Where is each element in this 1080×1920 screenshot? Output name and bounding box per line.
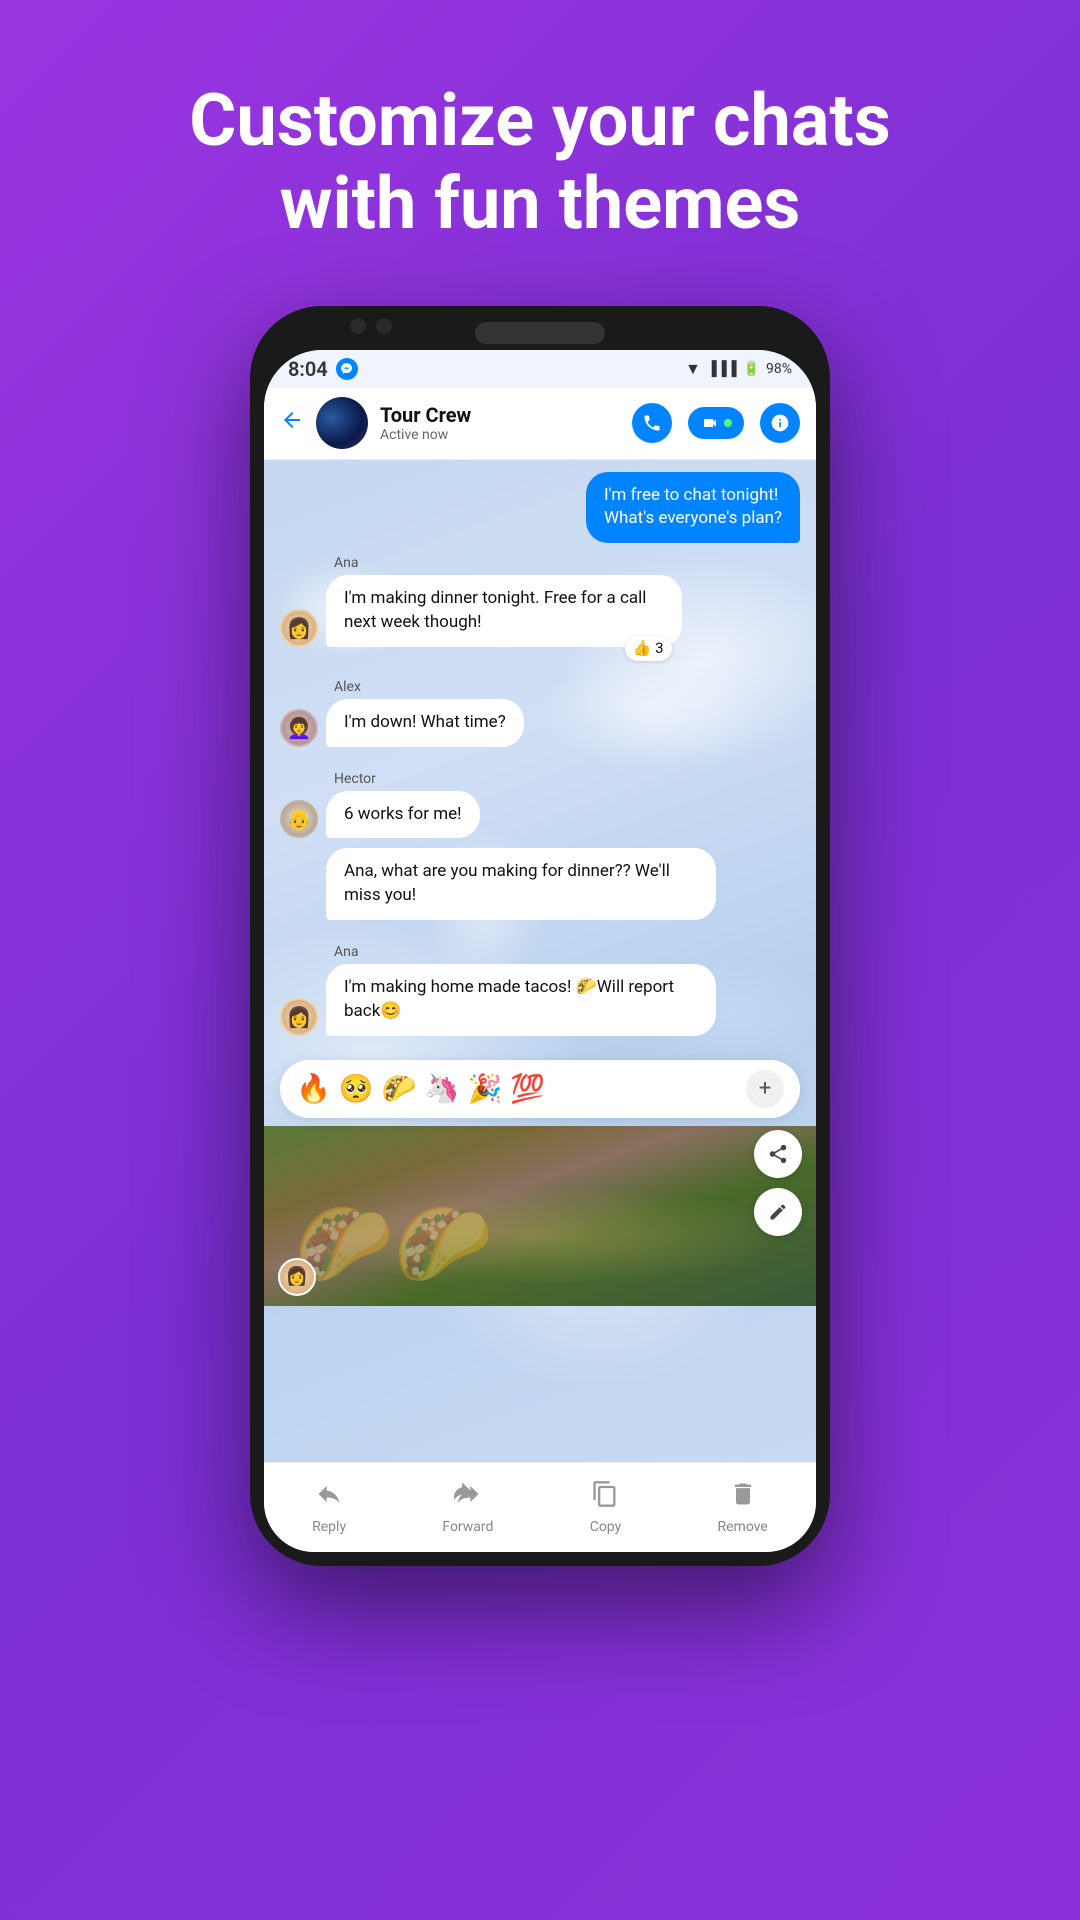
emoji-100[interactable]: 💯 [510,1072,545,1105]
status-time: 8:04 [288,357,328,381]
message-row-hector-1: 👴 6 works for me! [280,791,800,839]
spacer-2 [280,755,800,763]
bubble-in-ana-1: I'm making dinner tonight. Free for a ca… [326,575,682,647]
camera-dot-2 [376,318,392,334]
bubble-in-alex: I'm down! What time? [326,699,524,747]
message-group-ana-1: Ana 👩 I'm making dinner tonight. Free fo… [280,555,800,647]
forward-action[interactable]: Forward [442,1480,493,1535]
copy-action[interactable]: Copy [590,1480,622,1535]
headline-line2: with fun themes [280,161,801,246]
video-call-button[interactable] [688,407,744,439]
emoji-unicorn[interactable]: 🦄 [425,1072,460,1105]
phone-frame: 8:04 ▼ ▐▐▐ 🔋 98% [250,306,830,1566]
sender-ana-1: Ana [334,555,800,571]
bubble-out-1: I'm free to chat tonight!What's everyone… [586,472,800,544]
remove-action[interactable]: Remove [717,1480,767,1535]
spacer-3 [280,928,800,936]
group-status: Active now [380,427,620,443]
camera-area [350,318,392,334]
battery-icon: 🔋 [743,361,760,377]
bubble-in-hector-2: Ana, what are you making for dinner?? We… [326,848,716,920]
group-name: Tour Crew [380,403,620,427]
chat-messages-area: I'm free to chat tonight!What's everyone… [264,460,816,1462]
phone-top [250,306,830,350]
reaction-badge-ana-1: 👍 3 [625,636,672,661]
status-indicators: ▼ ▐▐▐ 🔋 98% [685,359,792,379]
message-row-ana-1: 👩 I'm making dinner tonight. Free for a … [280,575,800,647]
battery-percent: 98% [766,361,792,377]
edit-button[interactable] [754,1188,802,1236]
status-bar: 8:04 ▼ ▐▐▐ 🔋 98% [264,350,816,388]
bubble-in-hector-1: 6 works for me! [326,791,480,839]
emoji-fire[interactable]: 🔥 [296,1072,331,1105]
sender-ana-2: Ana [334,944,800,960]
avatar-ana-photo: 👩 [278,1258,316,1296]
video-active-dot [724,419,732,427]
emoji-taco[interactable]: 🌮 [382,1072,417,1105]
food-image: 🌮🌮 👩 [264,1126,816,1306]
side-actions [754,1130,802,1236]
speaker-grille [475,322,605,344]
food-taco-emoji: 🌮🌮 [294,1197,493,1291]
headline-line1: Customize your chats [189,78,890,163]
emoji-more-button[interactable]: + [746,1070,784,1108]
sender-alex: Alex [334,679,800,695]
reply-label: Reply [312,1519,346,1535]
emoji-and-image: 🔥 🥺 🌮 🦄 🎉 💯 + [264,1060,816,1306]
group-avatar [316,397,368,449]
forward-label: Forward [442,1519,493,1535]
message-row-ana-2: 👩 I'm making home made tacos! 🌮Will repo… [280,964,800,1036]
forward-icon [454,1480,482,1515]
avatar-ana-1: 👩 [280,609,318,647]
message-group-ana-2: Ana 👩 I'm making home made tacos! 🌮Will … [280,944,800,1036]
messages-list: I'm free to chat tonight!What's everyone… [264,460,816,1048]
spacer-1 [280,655,800,671]
message-row-alex: 👩‍🦱 I'm down! What time? [280,699,800,747]
remove-icon [729,1480,757,1515]
message-group-alex: Alex 👩‍🦱 I'm down! What time? [280,679,800,747]
avatar-ana-2: 👩 [280,998,318,1036]
copy-label: Copy [590,1519,622,1535]
phone-mockup: 8:04 ▼ ▐▐▐ 🔋 98% [250,306,830,1566]
message-row-hector-2: Ana, what are you making for dinner?? We… [280,848,800,920]
copy-icon [591,1480,619,1515]
message-group-hector: Hector 👴 6 works for me! [280,771,800,920]
avatar-hector: 👴 [280,800,318,838]
reply-icon [315,1480,343,1515]
group-avatar-image [316,397,368,449]
wifi-icon: ▼ [685,359,701,379]
info-button[interactable] [760,403,800,443]
camera-dot-1 [350,318,366,334]
header-actions [632,403,800,443]
bubble-in-ana-2: I'm making home made tacos! 🌮Will report… [326,964,716,1036]
chat-header: Tour Crew Active now [264,388,816,460]
sender-hector: Hector [334,771,800,787]
call-button[interactable] [632,403,672,443]
back-button[interactable] [280,408,304,439]
avatar-alex: 👩‍🦱 [280,709,318,747]
bubble-wrapper-ana-1: I'm making dinner tonight. Free for a ca… [326,575,800,647]
messenger-status-icon [336,358,358,380]
emoji-pleading[interactable]: 🥺 [339,1072,374,1105]
headline: Customize your chats with fun themes [129,0,950,246]
remove-label: Remove [717,1519,767,1535]
share-button[interactable] [754,1130,802,1178]
message-outgoing-1: I'm free to chat tonight!What's everyone… [280,472,800,544]
emoji-party[interactable]: 🎉 [468,1072,503,1105]
reply-action[interactable]: Reply [312,1480,346,1535]
bottom-action-bar: Reply Forward Copy [264,1462,816,1552]
header-info: Tour Crew Active now [380,403,620,443]
phone-screen: 8:04 ▼ ▐▐▐ 🔋 98% [264,350,816,1552]
emoji-reaction-bar[interactable]: 🔥 🥺 🌮 🦄 🎉 💯 + [280,1060,800,1118]
signal-icon: ▐▐▐ [707,360,737,377]
